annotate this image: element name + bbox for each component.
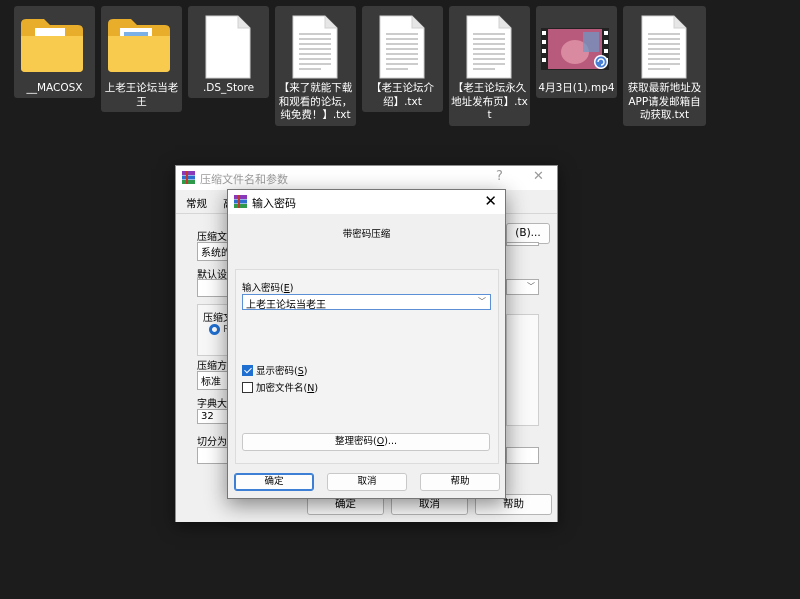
encrypt-file-names-checkbox[interactable]: 加密文件名(N) <box>242 380 318 394</box>
file-name: __MACOSX <box>26 82 83 94</box>
text-file-icon <box>466 15 512 79</box>
checkbox-checked-icon[interactable] <box>242 365 253 376</box>
chevron-down-icon: ﹀ <box>527 244 535 245</box>
file-folder-laowang[interactable]: 上老王论坛当老王 <box>101 6 182 112</box>
password-value: 上老王论坛当老王 <box>246 300 326 311</box>
ok-button-label: 确定 <box>335 498 356 510</box>
file-name: 【老王论坛永久地址发布页】.txt <box>451 82 528 121</box>
organize-passwords-suffix: )... <box>384 436 397 447</box>
dialog-title: 输入密码 <box>252 197 296 210</box>
tab-general[interactable]: 常规 <box>186 196 207 211</box>
archive-format-label: 压缩文 <box>203 313 227 324</box>
file-txt-permanent-address[interactable]: 【老王论坛永久地址发布页】.txt <box>449 6 530 126</box>
file-ds-store[interactable]: .DS_Store <box>188 6 269 98</box>
file-name: 上老王论坛当老王 <box>104 82 179 108</box>
encrypt-names-label: 加密文件名( <box>256 383 308 394</box>
show-password-checkbox[interactable]: 显示密码(S) <box>242 363 307 377</box>
cancel-button-label: 取消 <box>419 498 440 510</box>
folder-icon <box>108 19 170 72</box>
ok-button-label: 确定 <box>264 476 284 487</box>
video-file-icon <box>541 28 609 70</box>
file-icon <box>205 15 251 79</box>
split-volumes-label: 切分为分 <box>197 437 227 448</box>
archive-name-field[interactable]: 系统的 <box>197 242 229 261</box>
organize-passwords-label: 整理密码( <box>335 436 377 447</box>
archive-name-dropdown-end[interactable]: ﹀ <box>506 242 539 246</box>
password-input[interactable]: 上老王论坛当老王 ﹀ <box>242 294 491 311</box>
file-name: 4月3日(1).mp4 <box>538 82 615 94</box>
dictionary-size-value: 32 <box>201 411 214 422</box>
compression-method-value: 标准 <box>201 377 221 388</box>
compression-method-field[interactable]: 标准 <box>197 371 229 390</box>
file-name: 【老王论坛介绍】.txt <box>371 82 434 108</box>
help-button[interactable]: 帮助 <box>420 473 500 491</box>
browse-button[interactable]: (B)... <box>506 223 550 244</box>
dictionary-size-field[interactable]: 32 <box>197 409 229 424</box>
show-password-label: 显示密码( <box>256 366 298 377</box>
file-name: .DS_Store <box>202 82 255 94</box>
update-mode-dropdown-end[interactable]: ﹀ <box>506 279 539 295</box>
help-button-label: 帮助 <box>503 498 524 510</box>
split-volumes-unit-end[interactable] <box>506 447 539 464</box>
cancel-button-label: 取消 <box>357 476 377 487</box>
title-bar[interactable]: 压缩文件名和参数 ? ✕ <box>176 166 557 190</box>
password-label-suffix: ) <box>289 283 294 294</box>
cancel-button[interactable]: 取消 <box>327 473 407 491</box>
close-icon[interactable]: ✕ <box>533 169 544 184</box>
options-panel <box>506 314 539 426</box>
file-macosx[interactable]: __MACOSX <box>14 6 95 98</box>
file-txt-intro[interactable]: 【老王论坛介绍】.txt <box>362 6 443 112</box>
text-file-icon <box>641 15 687 79</box>
title-bar[interactable]: 输入密码 ✕ <box>228 190 505 214</box>
file-video-mp4[interactable]: 4月3日(1).mp4 <box>536 6 617 98</box>
archive-name-label: 压缩文件 <box>197 232 227 243</box>
winrar-icon <box>234 195 247 208</box>
folder-icon <box>21 19 83 72</box>
checkbox-unchecked-icon[interactable] <box>242 382 253 393</box>
chevron-down-icon: ﹀ <box>527 282 535 291</box>
file-name: 获取最新地址及APP请发邮箱自动获取.txt <box>627 82 702 121</box>
ok-button[interactable]: 确定 <box>234 473 314 491</box>
default-settings-field[interactable] <box>197 279 229 297</box>
file-name: 【来了就能下载和观看的论坛，纯免费！】.txt <box>278 82 353 121</box>
file-txt-free-forum[interactable]: 【来了就能下载和观看的论坛，纯免费！】.txt <box>275 6 356 126</box>
file-txt-get-latest[interactable]: 获取最新地址及APP请发邮箱自动获取.txt <box>623 6 706 126</box>
password-label: 输入密码(E) <box>242 280 293 294</box>
organize-passwords-button[interactable]: 整理密码(O)... <box>242 433 490 451</box>
encrypt-names-suffix: ) <box>314 383 319 394</box>
dialog-title: 压缩文件名和参数 <box>200 173 288 186</box>
help-button-label: 帮助 <box>450 476 470 487</box>
format-radio-rar[interactable] <box>209 324 220 335</box>
dialog-heading: 带密码压缩 <box>342 229 391 240</box>
password-dialog: 输入密码 ✕ 带密码压缩 输入密码(E) 上老王论坛当老王 ﹀ 显示密码(S) … <box>227 189 506 499</box>
winrar-icon <box>182 171 195 184</box>
help-icon[interactable]: ? <box>496 169 503 184</box>
show-password-suffix: ) <box>303 366 308 377</box>
dictionary-size-label: 字典大小 <box>197 399 227 410</box>
archive-name-value: 系统的 <box>201 248 229 259</box>
compression-method-label: 压缩方式 <box>197 361 227 372</box>
close-icon[interactable]: ✕ <box>484 192 497 210</box>
password-label-text: 输入密码( <box>242 283 284 294</box>
text-file-icon <box>379 15 425 79</box>
text-file-icon <box>292 15 338 79</box>
split-volumes-field[interactable] <box>197 447 229 464</box>
browse-button-label: (B)... <box>515 227 541 239</box>
chevron-down-icon[interactable]: ﹀ <box>478 296 486 307</box>
